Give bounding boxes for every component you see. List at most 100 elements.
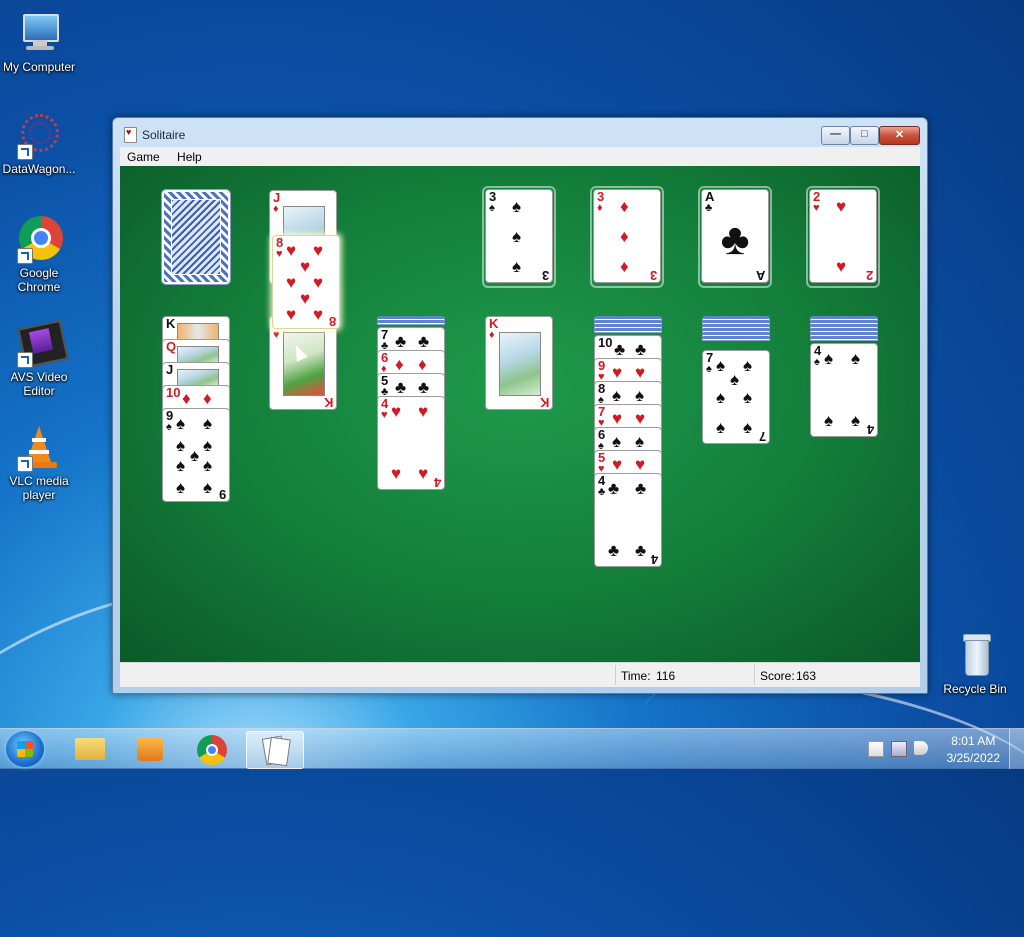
- menu-game[interactable]: Game: [120, 147, 167, 167]
- card-rank: 4: [650, 552, 658, 567]
- minimize-icon: —: [830, 128, 841, 140]
- status-bar: Time: 116 Score: 163: [120, 662, 920, 687]
- card-pip: ♥: [286, 273, 297, 292]
- taskbar-media-player[interactable]: [122, 731, 178, 767]
- card-pip: ♥: [391, 464, 402, 483]
- card-rank: 3: [649, 268, 657, 283]
- start-button[interactable]: [6, 731, 44, 767]
- card-pip: ♣: [608, 541, 620, 560]
- card-pip: ♥: [300, 257, 311, 276]
- card-suit-icon: ♥: [273, 329, 280, 341]
- taskbar-solitaire[interactable]: [246, 731, 304, 769]
- face-down-card: [702, 336, 770, 341]
- card-pip: ♠: [824, 349, 834, 368]
- taskbar: 8:01 AM 3/25/2022: [0, 728, 1024, 769]
- card-suit-icon: ♠: [814, 356, 820, 368]
- card-rank: K: [539, 395, 549, 410]
- shortcut-arrow-icon: [17, 144, 33, 160]
- close-button[interactable]: ✕: [879, 126, 920, 145]
- system-clock[interactable]: 8:01 AM 3/25/2022: [947, 733, 1000, 767]
- card-rank: 9: [218, 487, 226, 502]
- card-pip: ♣: [418, 332, 430, 351]
- card-pip: ♦: [395, 355, 404, 374]
- taskbar-file-explorer[interactable]: [62, 731, 118, 767]
- card-pip: ♥: [836, 197, 847, 216]
- card-back-pattern: [171, 199, 221, 275]
- card-pip: ♥: [313, 241, 324, 260]
- card-rank: K: [323, 395, 333, 410]
- desktop-icon-google-chrome[interactable]: Google Chrome: [0, 216, 78, 294]
- desktop-icon-label: Recycle Bin: [943, 682, 1007, 696]
- menu-help[interactable]: Help: [170, 147, 209, 167]
- show-desktop-button[interactable]: [1009, 729, 1024, 769]
- tableau-card[interactable]: 9 ♠ ♠ ♠ ♠ ♠ ♠ ♠ ♠ ♠ ♠ 9: [162, 408, 230, 502]
- volume-icon[interactable]: [914, 741, 928, 755]
- desktop-icon-label: AVS Video Editor: [10, 370, 68, 398]
- card-suit-icon: ♥: [276, 248, 283, 260]
- solitaire-app-icon: [124, 127, 137, 143]
- card-suit-icon: ♠: [489, 202, 495, 214]
- recycle-bin-icon: [951, 632, 999, 680]
- score-label: Score:: [760, 669, 795, 683]
- time-value: 116: [656, 669, 676, 683]
- chrome-icon-center: [206, 744, 218, 756]
- window-titlebar[interactable]: Solitaire — □ ✕: [113, 118, 927, 148]
- desktop-icon-recycle-bin[interactable]: Recycle Bin: [936, 632, 1014, 696]
- card-pip: ♠: [176, 436, 186, 455]
- card-pip: ♥: [635, 409, 646, 428]
- foundation-card-2-hearts[interactable]: 2 ♥ ♥ ♥ 2: [809, 189, 877, 283]
- card-pip: ♠: [612, 386, 622, 405]
- maximize-button[interactable]: □: [850, 126, 879, 145]
- minimize-button[interactable]: —: [821, 126, 850, 145]
- clock-time: 8:01 AM: [951, 734, 996, 748]
- card-pip: ♠: [824, 411, 834, 430]
- card-suit-icon: ♣: [598, 486, 606, 498]
- card-pip: ♠: [716, 388, 726, 407]
- card-pip: ♥: [286, 305, 297, 324]
- card-pip: ♠: [743, 388, 753, 407]
- maximize-icon: □: [861, 128, 868, 140]
- card-pip: ♠: [512, 197, 522, 216]
- tableau-card[interactable]: K ♦ K: [485, 316, 553, 410]
- tableau-card[interactable]: 4 ♥ ♥ ♥ ♥ ♥ 4: [377, 396, 445, 490]
- card-pip: ♠: [635, 386, 645, 405]
- desktop-icon-vlc-media-player[interactable]: VLC media player: [0, 424, 78, 502]
- tableau-card[interactable]: 7 ♠ ♠ ♠ ♠ ♠ ♠ ♠ ♠ 7: [702, 350, 770, 444]
- tableau-card[interactable]: K ♥ K: [269, 316, 337, 410]
- action-center-flag-icon[interactable]: [868, 741, 884, 757]
- close-icon: ✕: [894, 129, 905, 141]
- card-pip: ♠: [512, 257, 522, 276]
- face-down-card: [594, 328, 662, 333]
- card-pip: ♥: [313, 305, 324, 324]
- card-rank: J: [166, 362, 174, 377]
- card-pip: ♥: [286, 241, 297, 260]
- card-pip: ♣: [608, 479, 620, 498]
- desktop-icon-avs-video-editor[interactable]: AVS Video Editor: [0, 319, 78, 398]
- card-pip: ♥: [418, 402, 429, 421]
- card-pip: ♥: [836, 257, 847, 276]
- foundation-card-ace-clubs[interactable]: A ♣ ♣ A: [701, 189, 769, 283]
- card-pip: ♥: [612, 409, 623, 428]
- foundation-card-3-diamonds[interactable]: 3 ♦ ♦ ♦ ♦ 3: [593, 189, 661, 283]
- card-pip: ♥: [391, 402, 402, 421]
- stock-pile[interactable]: [161, 189, 231, 285]
- status-separator: [615, 665, 616, 685]
- card-suit-icon: ♥: [381, 409, 388, 421]
- desktop-icon-label: DataWagon...: [2, 162, 76, 176]
- shortcut-arrow-icon: [17, 456, 33, 472]
- taskbar-google-chrome[interactable]: [184, 731, 240, 767]
- tableau-card[interactable]: 4 ♣ ♣ ♣ ♣ ♣ 4: [594, 473, 662, 567]
- card-pip: ♣: [635, 541, 647, 560]
- desktop-icon-my-computer[interactable]: My Computer: [0, 10, 78, 74]
- card-pip: ♠: [203, 436, 213, 455]
- card-pip: ♠: [743, 418, 753, 437]
- network-icon[interactable]: [891, 741, 907, 757]
- dragging-card[interactable]: 8 ♥ ♥ ♥ ♥ ♥ ♥ ♥ ♥ ♥ 8: [272, 235, 340, 329]
- window-title: Solitaire: [142, 128, 186, 142]
- desktop-icon-datawagon[interactable]: DataWagon...: [0, 112, 78, 176]
- card-pip: ♥: [612, 455, 623, 474]
- tableau-card[interactable]: 4 ♠ ♠ ♠ ♠ ♠ 4: [810, 343, 878, 437]
- foundation-card-3-spades[interactable]: 3 ♠ ♠ ♠ ♠ 3: [485, 189, 553, 283]
- king-face-art: [283, 332, 325, 396]
- card-pip: ♣: [635, 340, 647, 359]
